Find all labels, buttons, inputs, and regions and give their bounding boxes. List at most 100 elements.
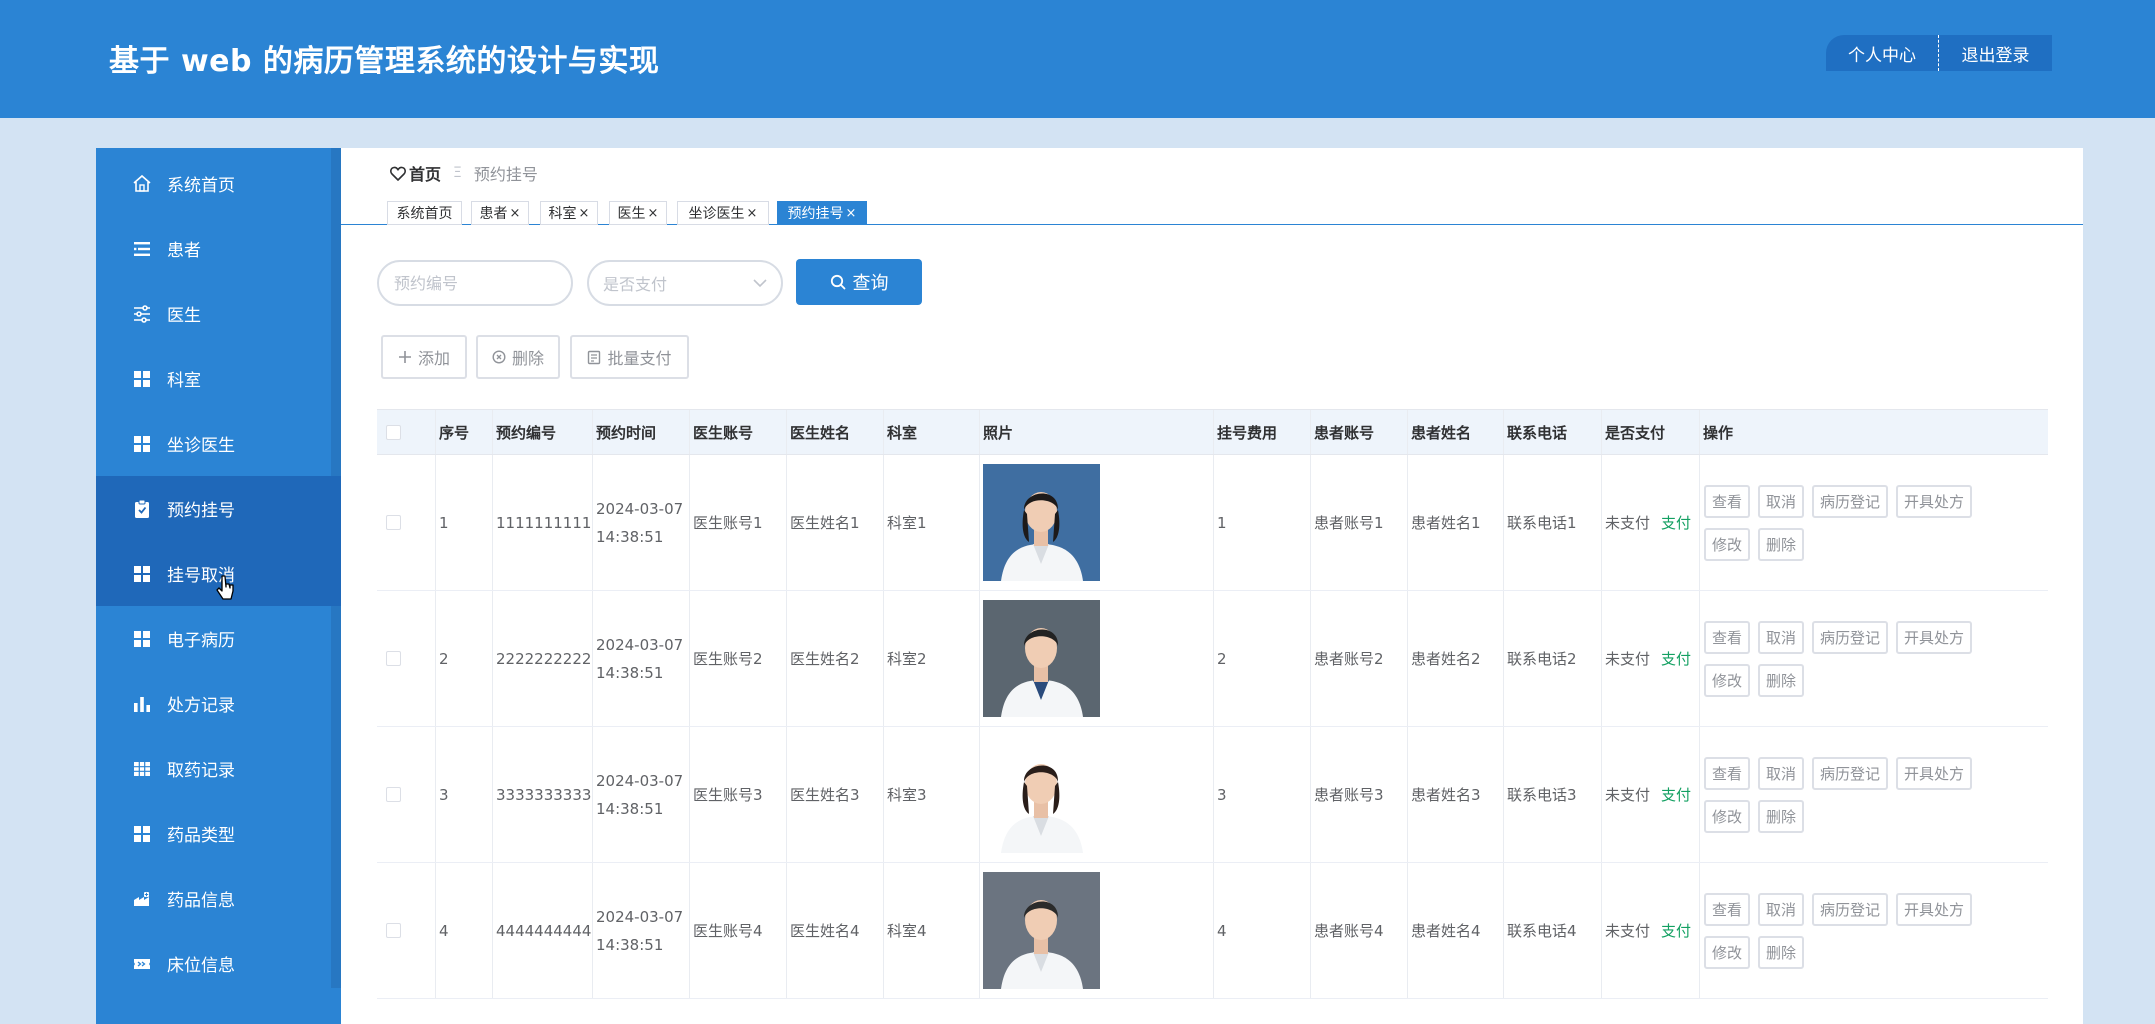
sidebar-item-0[interactable]: 系统首页 [96,151,341,216]
pay-link[interactable]: 支付 [1661,784,1691,805]
grid-icon [134,370,150,387]
row-action-2[interactable]: 病历登记 [1812,756,1889,790]
cell-patient-account: 患者账号2 [1310,591,1407,726]
sidebar-item-12[interactable]: 床位信息 [96,931,341,996]
row-actions: 查看 取消 病历登记 开具处方修改 删除 [1703,620,2022,697]
logout-button[interactable]: 退出登录 [1938,35,2052,71]
row-checkbox[interactable] [386,787,401,802]
breadcrumb-home[interactable]: 首页 [390,161,441,185]
booking-time: 2024-03-07 14:38:51 [596,499,684,546]
delete-button-label: 删除 [511,349,544,368]
paid-status: 未支付 [1605,514,1651,532]
row-action-4[interactable]: 修改 [1704,935,1751,969]
row-checkbox[interactable] [386,923,401,938]
row-action-1[interactable]: 取消 [1758,756,1805,790]
batch-pay-button[interactable]: 批量支付 [570,335,689,379]
row-action-3[interactable]: 开具处方 [1896,620,1973,654]
sidebar-item-label: 床位信息 [167,956,235,976]
row-action-5[interactable]: 删除 [1758,663,1805,697]
add-button[interactable]: 添加 [381,335,467,379]
row-action-4[interactable]: 修改 [1704,799,1751,833]
column-header-10: 联系电话 [1503,410,1601,454]
row-action-4[interactable]: 修改 [1704,527,1751,561]
cell-time: 2024-03-07 14:38:51 [592,863,689,998]
cell-time: 2024-03-07 14:38:51 [592,591,689,726]
row-checkbox[interactable] [386,651,401,666]
paid-status-select[interactable]: 是否支付 [587,260,783,306]
paid-status: 未支付 [1605,922,1651,940]
row-action-5[interactable]: 删除 [1758,527,1805,561]
sidebar-item-5[interactable]: 预约挂号 [96,476,341,541]
row-action-0[interactable]: 查看 [1704,620,1751,654]
sidebar-item-label: 医生 [167,306,201,326]
sidebar-item-8[interactable]: 处方记录 [96,671,341,736]
paid-status-placeholder: 是否支付 [603,275,668,294]
tab-1[interactable]: 患者 × [471,201,529,225]
cell-doctor-account: 医生账号3 [689,727,786,862]
photo-cell [979,591,1213,726]
row-action-1[interactable]: 取消 [1758,892,1805,926]
tab-close-icon[interactable]: × [846,206,857,221]
row-action-1[interactable]: 取消 [1758,484,1805,518]
table-header: 序号 预约编号 预约时间 医生账号 医生姓名 科室 照片 挂号费用 患者账号 患者姓名 联系电话 是否… [377,409,2048,455]
column-header-6: 照片 [979,410,1213,454]
row-action-0[interactable]: 查看 [1704,484,1751,518]
row-action-2[interactable]: 病历登记 [1812,892,1889,926]
row-action-4[interactable]: 修改 [1704,663,1751,697]
tab-close-icon[interactable]: × [648,206,659,221]
select-all-checkbox[interactable] [386,424,401,440]
tab-5[interactable]: 预约挂号 × [777,201,867,225]
tab-4[interactable]: 坐诊医生 × [677,201,769,225]
photo-cell [979,863,1213,998]
tab-label: 坐诊医生 [688,206,745,222]
column-header-3: 医生账号 [689,410,786,454]
tab-close-icon[interactable]: × [579,206,590,221]
pay-link[interactable]: 支付 [1661,648,1691,669]
sidebar-item-label: 电子病历 [167,631,235,651]
row-action-1[interactable]: 取消 [1758,620,1805,654]
pay-link[interactable]: 支付 [1661,512,1691,533]
row-action-3[interactable]: 开具处方 [1896,892,1973,926]
tab-3[interactable]: 医生 × [609,201,667,225]
sidebar-item-2[interactable]: 医生 [96,281,341,346]
paid-status: 未支付 [1605,650,1651,668]
tab-close-icon[interactable]: × [747,206,758,221]
cell-patient-name: 患者姓名1 [1407,455,1503,590]
profile-button[interactable]: 个人中心 [1826,35,1938,71]
row-action-0[interactable]: 查看 [1704,892,1751,926]
delete-button[interactable]: 删除 [476,335,560,379]
sidebar-item-1[interactable]: 患者 [96,216,341,281]
tab-close-icon[interactable]: × [510,206,521,221]
cell-doctor-account: 医生账号1 [689,455,786,590]
sidebar-item-4[interactable]: 坐诊医生 [96,411,341,476]
sidebar-item-10[interactable]: 药品类型 [96,801,341,866]
pay-link[interactable]: 支付 [1661,920,1691,941]
row-action-5[interactable]: 删除 [1758,935,1805,969]
column-header-2: 预约时间 [592,410,689,454]
right-gutter [2083,228,2155,1024]
tab-0[interactable]: 系统首页 [387,201,462,225]
cell-department: 科室4 [883,863,979,998]
row-action-2[interactable]: 病历登记 [1812,484,1889,518]
row-action-0[interactable]: 查看 [1704,756,1751,790]
sidebar-item-label: 预约挂号 [167,501,235,521]
sidebar-item-11[interactable]: 药品信息 [96,866,341,931]
sidebar-item-3[interactable]: 科室 [96,346,341,411]
row-action-3[interactable]: 开具处方 [1896,484,1973,518]
booking-no-input[interactable] [377,260,573,306]
cell-index: 1 [435,455,492,590]
sidebar-item-7[interactable]: 电子病历 [96,606,341,671]
row-action-5[interactable]: 删除 [1758,799,1805,833]
row-action-2[interactable]: 病历登记 [1812,620,1889,654]
booking-time: 2024-03-07 14:38:51 [596,907,684,954]
query-button[interactable]: 查询 [796,259,922,305]
cell-doctor-name: 医生姓名2 [786,591,883,726]
row-action-3[interactable]: 开具处方 [1896,756,1973,790]
sidebar-item-9[interactable]: 取药记录 [96,736,341,801]
doctor-photo [983,736,1100,853]
tab-2[interactable]: 科室 × [540,201,598,225]
row-checkbox[interactable] [386,515,401,530]
mouse-cursor-icon [216,575,234,600]
grid-icon [134,630,150,647]
cell-booking-no: 3333333333 [492,727,592,862]
